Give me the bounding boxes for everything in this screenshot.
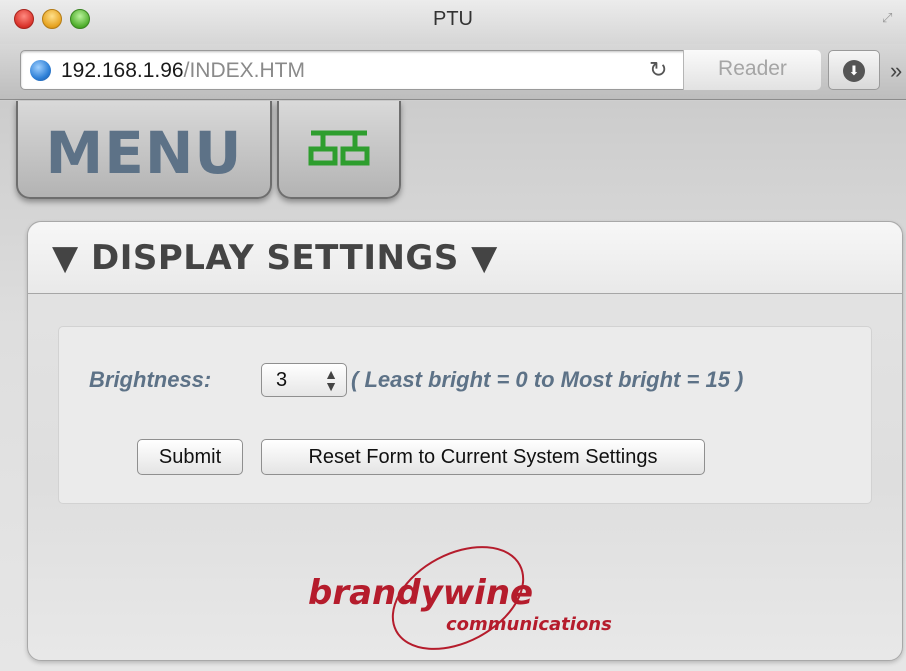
brightness-range-note: ( Least bright = 0 to Most bright = 15 ) <box>351 367 744 392</box>
brandywine-logo: brandywine communications <box>308 546 612 650</box>
network-icon <box>308 130 370 166</box>
browser-toolbar: 192.168.1.96/INDEX.HTM ↻ Reader ⬇ » <box>0 44 906 100</box>
page-content: MENU ▼ DISPLAY SETTINGS ▼ Brightness: 3 … <box>0 101 906 671</box>
select-arrows-icon: ▲ ▼ <box>324 366 338 394</box>
url-host: 192.168.1.96 <box>61 59 184 82</box>
more-icon[interactable]: » <box>890 58 902 84</box>
reload-icon[interactable]: ↻ <box>649 57 667 83</box>
reader-button[interactable]: Reader <box>683 50 821 90</box>
panel-title: ▼ DISPLAY SETTINGS ▼ <box>52 238 498 278</box>
globe-icon <box>30 60 51 81</box>
url-path: /INDEX.HTM <box>183 59 305 82</box>
fullscreen-icon[interactable]: ⤢ <box>882 10 896 25</box>
window-titlebar: PTU ⤢ <box>0 0 906 44</box>
logo-tagline: communications <box>446 614 612 635</box>
display-settings-form: Brightness: 3 ▲ ▼ ( Least bright = 0 to M… <box>58 326 872 504</box>
network-button[interactable] <box>277 101 401 199</box>
downloads-button[interactable]: ⬇ <box>828 50 880 90</box>
menu-label: MENU <box>45 119 243 187</box>
address-bar[interactable]: 192.168.1.96/INDEX.HTM ↻ Reader <box>20 50 821 90</box>
window-title: PTU <box>433 8 473 30</box>
brightness-label: Brightness: <box>89 367 212 392</box>
url-text[interactable]: 192.168.1.96/INDEX.HTM <box>61 59 305 83</box>
reset-form-button[interactable]: Reset Form to Current System Settings <box>261 439 705 475</box>
menu-button[interactable]: MENU <box>16 101 272 199</box>
logo-brand: brandywine <box>308 573 533 613</box>
brightness-value: 3 <box>276 369 288 391</box>
download-icon: ⬇ <box>843 60 865 82</box>
panel-header[interactable]: ▼ DISPLAY SETTINGS ▼ <box>28 222 902 294</box>
display-settings-panel: ▼ DISPLAY SETTINGS ▼ Brightness: 3 ▲ ▼ ( … <box>27 221 903 661</box>
submit-button[interactable]: Submit <box>137 439 243 475</box>
brightness-select[interactable]: 3 ▲ ▼ <box>261 363 347 397</box>
